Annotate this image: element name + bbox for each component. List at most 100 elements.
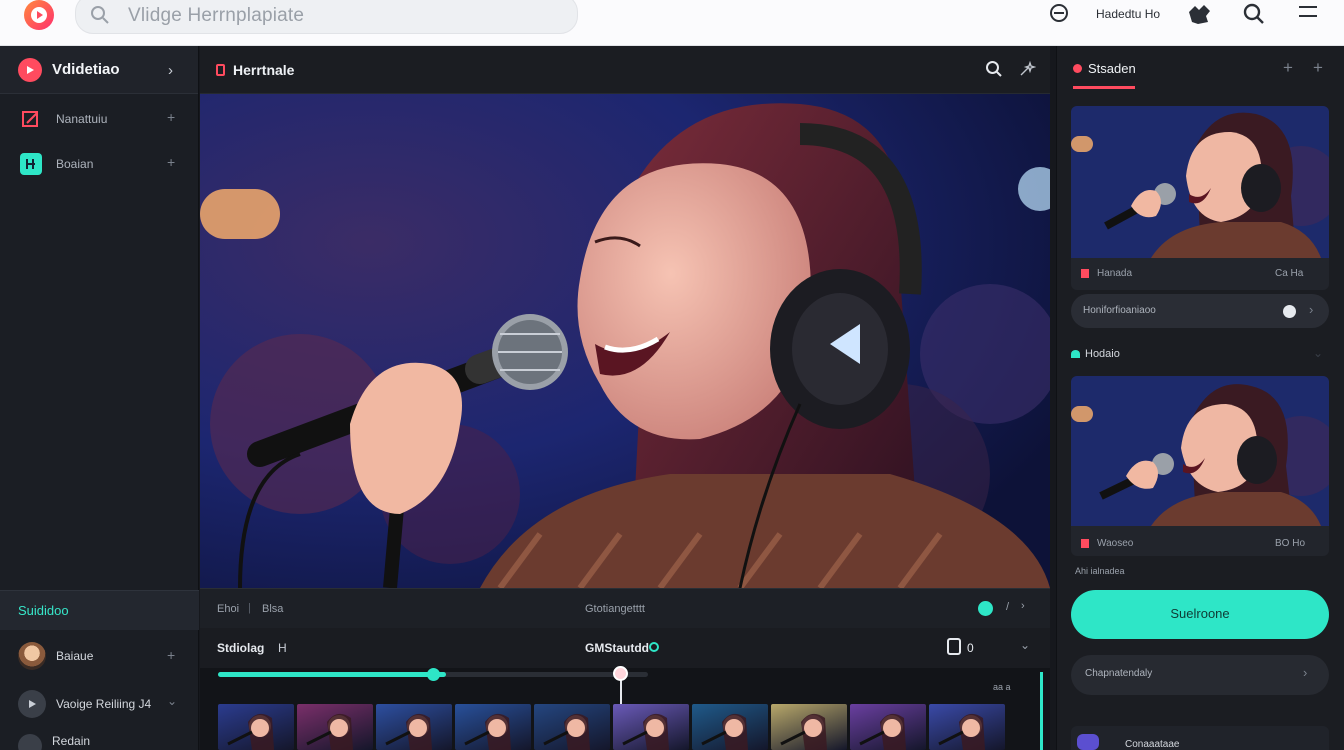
timeline-thumbnail[interactable] (297, 704, 373, 750)
top-bar: Vlidge Herrnplapiate Hadedtu Ho (0, 0, 1344, 46)
primary-button-label: Suelroone (1170, 606, 1230, 621)
app-icon (1077, 734, 1099, 750)
magnify-icon[interactable] (1242, 2, 1266, 31)
timeline-thumbnail[interactable] (376, 704, 452, 750)
timeline-thumbnail[interactable] (692, 704, 768, 750)
clip-meta: Waoseo (1097, 538, 1134, 549)
track-center-label: GMStautdd (585, 641, 649, 655)
preset-dropdown[interactable]: Honiforfioaniaoo › (1071, 294, 1329, 328)
circle-icon (18, 734, 42, 750)
track-name[interactable]: Stdiolag (217, 641, 264, 655)
video-preview[interactable] (200, 94, 1050, 588)
edit-icon (20, 108, 42, 130)
section-title[interactable]: Suididoo (0, 590, 199, 630)
dropdown-label: Honiforfioaniaoo (1083, 305, 1156, 316)
record-toggle-icon[interactable] (978, 601, 993, 616)
timeline-thumbnail[interactable] (929, 704, 1005, 750)
add-icon[interactable]: + (1313, 58, 1323, 78)
chevron-down-icon[interactable]: ⌄ (167, 694, 177, 708)
editor-title: Herrtnale (233, 61, 295, 78)
timeline-thumbnail[interactable] (850, 704, 926, 750)
panel-title[interactable]: Stsaden (1088, 61, 1136, 76)
add-icon[interactable]: + (167, 109, 175, 125)
add-icon[interactable]: + (167, 647, 175, 663)
timeline-end-marker (1040, 672, 1043, 750)
live-dot-icon (1073, 64, 1082, 73)
chevron-right-icon[interactable]: › (1021, 600, 1025, 612)
track-count: 0 (967, 641, 974, 655)
sidebar-item-2[interactable]: Boaian + (0, 141, 198, 186)
clip-meta-right: Ca Ha (1275, 268, 1304, 279)
e-icon[interactable] (1048, 2, 1070, 29)
secondary-pill-label: Chapnatendaly (1085, 668, 1153, 679)
singer-image (200, 94, 1050, 588)
timeline-thumbnail[interactable] (534, 704, 610, 750)
timeline-time: aa a (993, 682, 1011, 692)
logo-icon[interactable] (24, 0, 54, 30)
add-icon[interactable]: + (1283, 58, 1293, 78)
user-item[interactable]: Baiaue + (0, 632, 199, 680)
timeline-thumbnail[interactable] (771, 704, 847, 750)
clip-type-icon (1081, 269, 1089, 278)
track-sub: H (278, 641, 287, 655)
track-header: Stdiolag H GMStautdd 0 ⌄ (200, 628, 1050, 668)
play-icon (18, 690, 46, 718)
primary-button[interactable]: Suelroone (1071, 590, 1329, 639)
magic-icon[interactable] (1018, 60, 1037, 83)
sidebar-header[interactable]: Vdidetiao › (0, 46, 198, 94)
sidebar-brand: Vdidetiao (52, 61, 120, 78)
timeline[interactable]: aa a (200, 666, 1050, 750)
search-input[interactable]: Vlidge Herrnplapiate (128, 5, 304, 27)
clip-meta: Hanada (1097, 268, 1133, 279)
record-icon (216, 63, 225, 76)
timecode: Gtotiangetttt (585, 603, 645, 615)
progress-fill (218, 672, 446, 677)
chevron-right-icon[interactable]: › (1303, 665, 1307, 680)
timeline-thumbnail[interactable] (613, 704, 689, 750)
chevron-right-icon[interactable]: › (1309, 302, 1313, 317)
teal-app-icon (20, 152, 42, 175)
playhead-knob[interactable] (613, 666, 628, 681)
scrubber-handle[interactable] (427, 668, 440, 681)
control-label[interactable]: Blsa (262, 603, 283, 615)
search-icon (90, 5, 110, 30)
add-icon[interactable]: + (167, 154, 175, 170)
caption: Ahi ialnadea (1075, 566, 1125, 576)
search-bar[interactable]: Vlidge Herrnplapiate (75, 0, 578, 34)
playback-controls: Ehoi | Blsa Gtotiangetttt / › (200, 588, 1050, 628)
bottom-item[interactable]: Conaaataae (1071, 726, 1329, 750)
clip-type-icon (1081, 539, 1089, 548)
user-label: Redain (52, 734, 91, 748)
user-item[interactable]: Redain (0, 728, 199, 750)
secondary-pill[interactable]: Chapnatendaly › (1071, 655, 1329, 695)
sidebar-item-label: Boaian (56, 156, 94, 171)
clip-card-2[interactable]: Waoseo BO Ho (1071, 376, 1329, 556)
doc-icon[interactable] (947, 638, 961, 655)
timeline-thumbnail[interactable] (455, 704, 531, 750)
user-item[interactable]: Vaoige Reiliing J4 ⌄ (0, 680, 199, 728)
user-label: Baiaue (56, 649, 94, 663)
menu-icon[interactable] (1297, 4, 1319, 25)
sidebar-item-1[interactable]: Nanattuiu + (0, 96, 198, 141)
zoom-icon[interactable] (985, 60, 1003, 83)
divider: | (248, 602, 251, 614)
heart-icon (1071, 350, 1080, 358)
clip-meta-right: BO Ho (1275, 538, 1306, 549)
info-icon[interactable] (1283, 305, 1296, 318)
bottom-item-label: Conaaataae (1125, 739, 1180, 750)
slash-icon: / (1006, 601, 1010, 613)
chevron-down-icon[interactable]: ⌄ (1313, 346, 1323, 360)
chevron-right-icon[interactable]: › (168, 62, 173, 79)
user-label: Vaoige Reiliing J4 (56, 697, 152, 711)
clip-thumbnail (1071, 106, 1329, 258)
user-label[interactable]: Hadedtu Ho (1096, 7, 1160, 21)
progress-track[interactable] (218, 668, 648, 681)
control-label[interactable]: Ehoi (217, 603, 239, 615)
chevron-down-icon[interactable]: ⌄ (1020, 638, 1030, 652)
clip-thumbnail (1071, 376, 1329, 526)
timeline-thumbnail[interactable] (218, 704, 294, 750)
clip-card-1[interactable]: Hanada Ca Ha (1071, 106, 1329, 290)
sidebar: Vdidetiao › Nanattuiu + Boaian + Suidido… (0, 46, 199, 750)
play-logo-icon (18, 57, 42, 82)
puzzle-icon[interactable] (1186, 2, 1212, 31)
